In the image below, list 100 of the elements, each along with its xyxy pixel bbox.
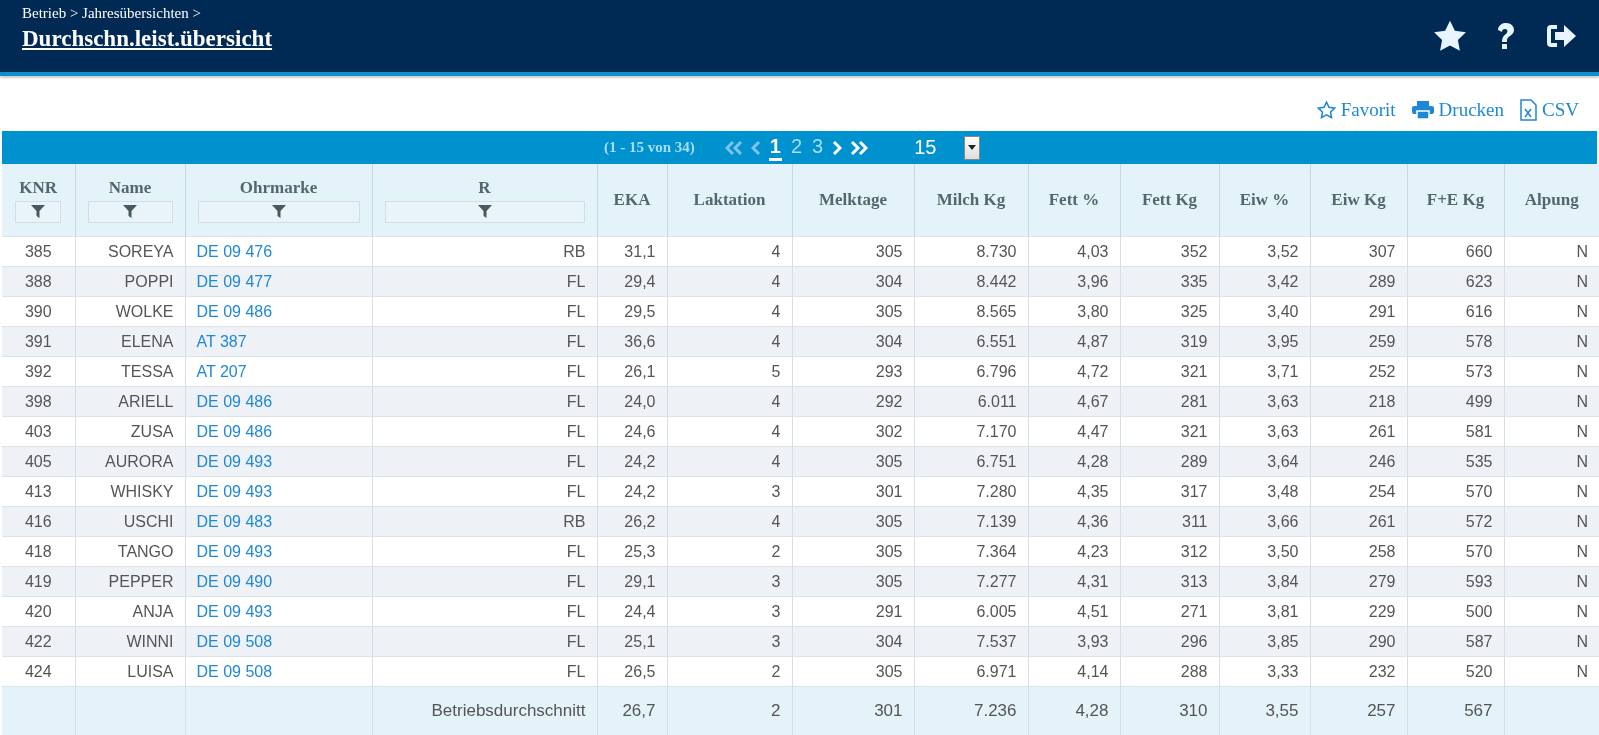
column-label[interactable]: KNR <box>19 177 58 198</box>
table-cell: 36,6 <box>624 332 656 350</box>
average-cell: 3,55 <box>1265 701 1299 720</box>
table-cell: 302 <box>875 422 903 440</box>
toolbar-link[interactable]: Drucken <box>1411 98 1505 121</box>
ear-tag-link[interactable]: AT 207 <box>196 362 247 380</box>
column-filter[interactable] <box>87 200 173 223</box>
logout-icon[interactable] <box>1545 22 1577 50</box>
page-link[interactable]: 1 <box>768 134 782 161</box>
table-cell: 419 <box>24 572 52 590</box>
table-cell: 6.005 <box>976 602 1017 620</box>
table-cell: FL <box>566 542 586 560</box>
table-cell: 572 <box>1465 512 1493 530</box>
table-cell: 307 <box>1368 242 1396 260</box>
toolbar-link[interactable]: Favorit <box>1316 98 1396 121</box>
page-link[interactable]: 2 <box>789 134 804 161</box>
table-cell: ZUSA <box>130 422 174 440</box>
table-cell: 8.730 <box>976 242 1017 260</box>
table-cell: 3,50 <box>1267 542 1299 560</box>
table-cell: TANGO <box>117 542 174 560</box>
table-cell: 259 <box>1368 332 1396 350</box>
table-cell: 390 <box>24 302 52 320</box>
table-cell: N <box>1576 392 1588 410</box>
table-cell: 570 <box>1465 542 1493 560</box>
table-cell: FL <box>566 422 586 440</box>
table-cell: 321 <box>1180 362 1208 380</box>
help-icon[interactable] <box>1495 21 1517 51</box>
table-cell: 3,63 <box>1267 392 1299 410</box>
table-cell: N <box>1576 602 1588 620</box>
table-cell: 4,14 <box>1077 662 1109 680</box>
next-page-icon[interactable] <box>832 140 843 155</box>
table-cell: 420 <box>24 602 52 620</box>
column-label[interactable]: Fett % <box>1048 190 1100 210</box>
ear-tag-link[interactable]: DE 09 486 <box>196 422 273 440</box>
table-cell: 4 <box>771 392 781 410</box>
table-cell: 3,52 <box>1267 242 1299 260</box>
table-cell: 26,5 <box>624 662 656 680</box>
table-cell: 3,85 <box>1267 632 1299 650</box>
column-label[interactable]: Eiw Kg <box>1331 190 1386 210</box>
ear-tag-link[interactable]: DE 09 508 <box>196 662 273 680</box>
column-label[interactable]: Eiw % <box>1239 190 1290 210</box>
table-cell: 304 <box>875 632 903 650</box>
ear-tag-link[interactable]: DE 09 493 <box>196 602 273 620</box>
table-cell: 3 <box>771 632 781 650</box>
table-cell: 261 <box>1368 512 1396 530</box>
table-cell: 6.011 <box>977 392 1017 410</box>
table-cell: 4,28 <box>1077 452 1109 470</box>
toolbar-link[interactable]: CSV <box>1520 98 1579 121</box>
table-cell: 7.277 <box>976 572 1017 590</box>
column-label[interactable]: Melktage <box>819 190 887 210</box>
star-icon[interactable] <box>1433 20 1467 52</box>
table-cell: 26,2 <box>624 512 656 530</box>
table-cell: 296 <box>1180 632 1208 650</box>
page-size-dropdown[interactable] <box>964 135 981 160</box>
table-cell: WHISKY <box>110 482 174 500</box>
column-label[interactable]: EKA <box>613 190 651 210</box>
last-page-icon[interactable] <box>850 140 869 155</box>
page-link[interactable]: 3 <box>811 134 825 161</box>
ear-tag-link[interactable]: AT 387 <box>196 332 247 350</box>
table-cell: 229 <box>1368 602 1396 620</box>
column-label[interactable]: Milch Kg <box>936 190 1006 210</box>
column-filter[interactable] <box>15 200 62 223</box>
table-cell: FL <box>566 602 586 620</box>
column-label[interactable]: Name <box>108 177 152 198</box>
table-cell: FL <box>566 392 586 410</box>
table-cell: 304 <box>875 332 903 350</box>
table-cell: N <box>1576 242 1588 260</box>
table-cell: 24,2 <box>624 482 656 500</box>
ear-tag-link[interactable]: DE 09 493 <box>196 482 273 500</box>
table-cell: 403 <box>24 422 52 440</box>
ear-tag-link[interactable]: DE 09 493 <box>196 542 273 560</box>
breadcrumb[interactable]: Betrieb > Jahresübersichten > <box>22 5 273 22</box>
table-cell: 321 <box>1180 422 1208 440</box>
column-label[interactable]: Alpung <box>1524 190 1579 210</box>
table-cell: 8.565 <box>976 302 1017 320</box>
average-cell: 2 <box>771 701 781 720</box>
table-cell: 319 <box>1180 332 1208 350</box>
average-cell: 567 <box>1464 701 1493 720</box>
ear-tag-link[interactable]: DE 09 486 <box>196 302 273 320</box>
ear-tag-link[interactable]: DE 09 476 <box>196 242 273 260</box>
average-cell: 301 <box>874 701 903 720</box>
column-label[interactable]: F+E Kg <box>1426 190 1485 210</box>
table-cell: 312 <box>1180 542 1208 560</box>
table-cell: POPPI <box>124 272 174 290</box>
table-cell: N <box>1576 482 1588 500</box>
table-cell: 258 <box>1368 542 1396 560</box>
table-cell: 352 <box>1180 242 1208 260</box>
column-label[interactable]: Fett Kg <box>1141 190 1198 210</box>
column-label[interactable]: R <box>478 177 491 198</box>
table-cell: 398 <box>24 392 52 410</box>
table-cell: FL <box>566 662 586 680</box>
star-outline-icon <box>1316 100 1336 119</box>
column-label[interactable]: Laktation <box>693 190 766 210</box>
table-cell: 289 <box>1368 272 1396 290</box>
table-cell: 535 <box>1465 452 1493 470</box>
table-cell: 289 <box>1180 452 1208 470</box>
page-title[interactable]: Durchschn.leist.übersicht <box>22 26 273 52</box>
table-cell: 335 <box>1180 272 1208 290</box>
column-label[interactable]: Ohrmarke <box>239 177 318 198</box>
table-cell: 3,40 <box>1267 302 1299 320</box>
